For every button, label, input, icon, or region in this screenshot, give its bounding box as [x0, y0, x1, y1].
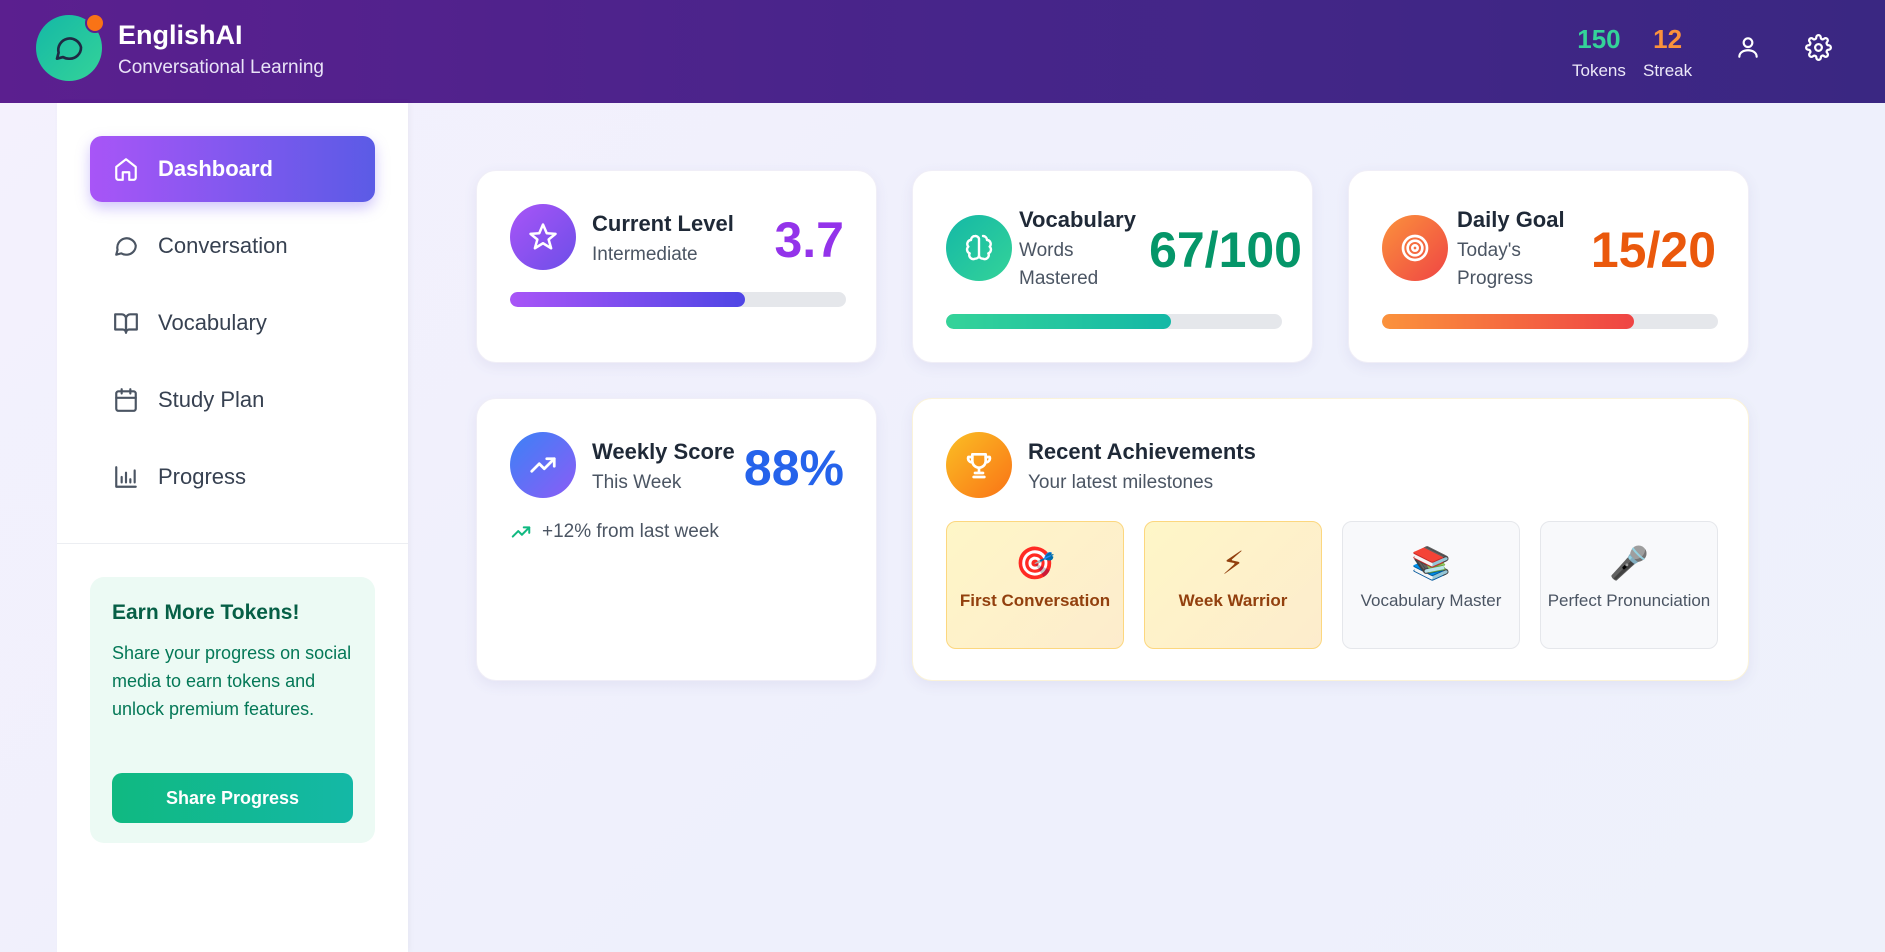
- goal-value: 15/20: [1590, 222, 1716, 278]
- card-subtitle-line2: Progress: [1457, 268, 1534, 289]
- sidebar-item-label: Dashboard: [158, 156, 273, 181]
- sidebar-item-study-plan[interactable]: Study Plan: [90, 367, 375, 433]
- bar-chart-icon: [112, 463, 140, 491]
- user-icon: [1738, 37, 1758, 58]
- sidebar-item-progress[interactable]: Progress: [90, 444, 375, 510]
- target-icon: [1382, 215, 1448, 281]
- weekly-change-text: +12% from last week: [542, 521, 719, 542]
- card-subtitle-line1: Today's: [1457, 240, 1521, 261]
- books-emoji-icon: 📚: [1411, 544, 1451, 582]
- vocabulary-progress-fill: [946, 314, 1172, 329]
- card-title: Current Level: [592, 211, 734, 236]
- weekly-score-card: Weekly Score This Week 88% +12% from las…: [476, 398, 877, 681]
- earn-tokens-promo: Earn More Tokens! Share your progress on…: [90, 577, 375, 843]
- lightning-emoji-icon: ⚡: [1221, 544, 1245, 582]
- tokens-label: Tokens: [1572, 61, 1626, 80]
- card-subtitle: Your latest milestones: [1028, 472, 1214, 493]
- level-progress-fill: [510, 292, 746, 307]
- sidebar-item-label: Progress: [158, 464, 247, 489]
- streak-value: 12: [1653, 24, 1683, 54]
- microphone-emoji-icon: 🎤: [1609, 544, 1649, 582]
- profile-button[interactable]: [1733, 32, 1763, 62]
- sidebar: Dashboard Conversation Vocabulary Study …: [57, 103, 408, 952]
- sidebar-item-label: Vocabulary: [158, 310, 267, 335]
- trending-up-small-icon: [511, 526, 531, 538]
- goal-progress-bar: [1382, 314, 1718, 329]
- card-title: Weekly Score: [592, 439, 735, 464]
- notification-dot: [85, 13, 105, 33]
- achievement-week-warrior[interactable]: ⚡ Week Warrior: [1144, 521, 1322, 649]
- promo-text: Share your progress on social media to e…: [112, 643, 352, 719]
- achievement-perfect-pronunciation[interactable]: 🎤 Perfect Pronunciation: [1540, 521, 1718, 649]
- sidebar-divider: [57, 543, 408, 544]
- promo-title: Earn More Tokens!: [112, 601, 300, 624]
- achievement-label: First Conversation: [959, 591, 1111, 610]
- weekly-score-value: 88%: [743, 440, 844, 496]
- sidebar-item-conversation[interactable]: Conversation: [90, 213, 375, 279]
- level-progress-bar: [510, 292, 846, 307]
- sidebar-item-label: Conversation: [158, 233, 288, 258]
- weekly-change: +12% from last week: [510, 521, 719, 543]
- vocabulary-progress-bar: [946, 314, 1282, 329]
- card-title: Daily Goal: [1457, 207, 1565, 232]
- daily-goal-card: Daily Goal Today's Progress 15/20: [1348, 170, 1749, 363]
- chat-icon: [112, 232, 140, 260]
- achievement-label: Vocabulary Master: [1360, 591, 1502, 610]
- brand-subtitle: Conversational Learning: [118, 57, 324, 78]
- share-progress-button[interactable]: Share Progress: [112, 773, 353, 823]
- calendar-icon: [112, 386, 140, 414]
- achievements-card: Recent Achievements Your latest mileston…: [912, 398, 1749, 681]
- book-icon: [112, 309, 140, 337]
- achievement-first-conversation[interactable]: 🎯 First Conversation: [946, 521, 1124, 649]
- card-subtitle-line2: Mastered: [1019, 268, 1099, 289]
- card-subtitle: This Week: [592, 472, 682, 493]
- sidebar-item-vocabulary[interactable]: Vocabulary: [90, 290, 375, 356]
- app-header: EnglishAI Conversational Learning 150 To…: [0, 0, 1885, 103]
- star-icon: [510, 204, 576, 270]
- brand-title: EnglishAI: [118, 20, 243, 50]
- achievement-label: Perfect Pronunciation: [1547, 591, 1711, 610]
- level-value: 3.7: [774, 212, 844, 268]
- tokens-value: 150: [1577, 24, 1621, 54]
- achievement-label: Week Warrior: [1178, 591, 1288, 610]
- sidebar-item-dashboard[interactable]: Dashboard: [90, 136, 375, 202]
- sidebar-item-label: Study Plan: [158, 387, 265, 412]
- current-level-card: Current Level Intermediate 3.7: [476, 170, 877, 363]
- settings-button[interactable]: [1803, 32, 1833, 62]
- gear-icon: [1804, 33, 1832, 61]
- home-icon: [112, 155, 140, 183]
- tokens-stat: 150 Tokens: [1572, 24, 1626, 81]
- vocabulary-value: 67/100: [1149, 222, 1302, 278]
- brain-icon: [946, 215, 1012, 281]
- target-emoji-icon: 🎯: [1015, 544, 1055, 582]
- trending-up-icon: [510, 432, 576, 498]
- card-subtitle-line1: Words: [1019, 240, 1074, 261]
- card-title: Vocabulary: [1019, 207, 1136, 232]
- achievement-vocabulary-master[interactable]: 📚 Vocabulary Master: [1342, 521, 1520, 649]
- streak-label: Streak: [1643, 61, 1693, 80]
- vocabulary-card: Vocabulary Words Mastered 67/100: [912, 170, 1313, 363]
- streak-stat: 12 Streak: [1643, 24, 1692, 81]
- trophy-icon: [946, 432, 1012, 498]
- app-logo: [36, 13, 105, 81]
- chat-bubble-icon: [55, 37, 83, 60]
- card-title: Recent Achievements: [1028, 439, 1256, 464]
- goal-progress-fill: [1382, 314, 1634, 329]
- card-subtitle: Intermediate: [592, 244, 698, 265]
